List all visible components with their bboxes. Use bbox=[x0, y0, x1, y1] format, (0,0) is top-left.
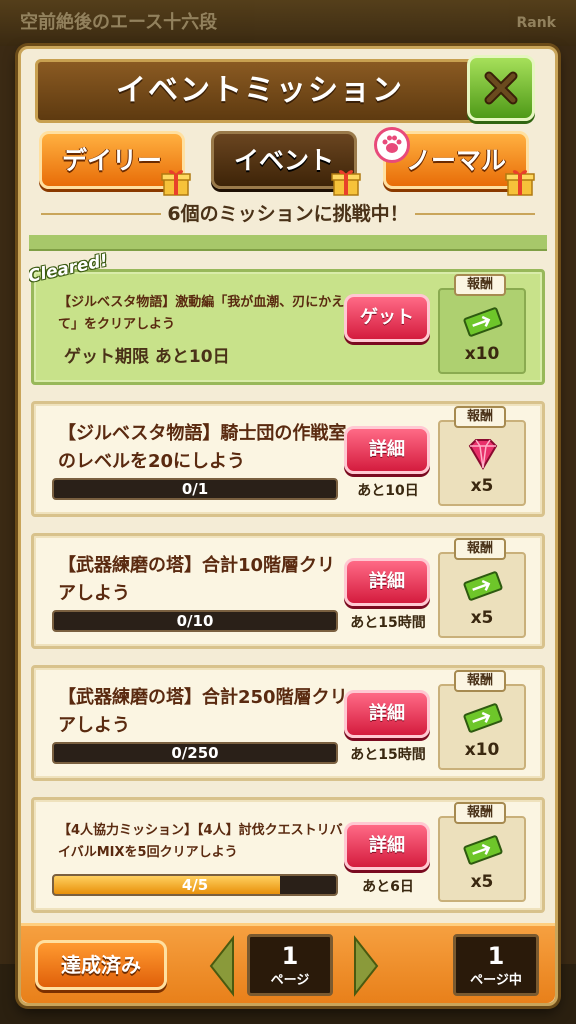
mission-card: 【ジルベスタ物語】騎士団の作戦室のレベルを20にしよう 0/1 詳細 あと10日… bbox=[31, 401, 545, 517]
paw-icon bbox=[382, 135, 402, 153]
time-remaining: あと15時間 bbox=[350, 747, 426, 763]
mission-list[interactable]: Cleared! 【ジルベスタ物語】激動編「我が血潮、刃にかえて」をクリアしよう… bbox=[29, 235, 547, 919]
event-mission-panel: イベントミッション デイリー イベント ノーマル 6個のミッションに挑戦中！ C… bbox=[18, 46, 558, 1006]
tab-daily-label: デイリー bbox=[61, 146, 162, 175]
gem-icon bbox=[468, 439, 498, 470]
reward-label: 報酬 bbox=[454, 670, 506, 692]
mission-card: 【4人協力ミッション】【4人】討伐クエストリバイバルMIXを5回クリアしよう 4… bbox=[31, 797, 545, 913]
detail-button[interactable]: 詳細 bbox=[344, 690, 430, 738]
tab-normal-label: ノーマル bbox=[405, 146, 506, 175]
mission-title: 【武器練磨の塔】合計10階層クリアしよう bbox=[58, 555, 336, 604]
ticket-icon bbox=[463, 571, 503, 601]
time-remaining: あと15時間 bbox=[350, 615, 426, 631]
gift-icon bbox=[161, 170, 191, 196]
progress-bar: 4/5 bbox=[52, 874, 338, 896]
gift-icon bbox=[331, 170, 361, 196]
current-page-box: 1 ページ bbox=[247, 934, 333, 996]
mission-title: 【武器練磨の塔】合計250階層クリアしよう bbox=[58, 687, 348, 736]
mission-title: 【4人協力ミッション】【4人】討伐クエストリバイバルMIXを5回クリアしよう bbox=[58, 823, 343, 860]
background-title: 空前絶後のエース十六段 bbox=[20, 12, 218, 33]
total-pages-number: 1 bbox=[487, 942, 505, 970]
prev-page-arrow-icon[interactable] bbox=[207, 934, 237, 998]
time-remaining: あと6日 bbox=[362, 879, 414, 895]
detail-button[interactable]: 詳細 bbox=[344, 558, 430, 606]
progress-text: 0/250 bbox=[171, 744, 219, 762]
reward-quantity: x5 bbox=[470, 476, 494, 496]
cleared-tag: Cleared! bbox=[29, 250, 110, 287]
ticket-icon bbox=[463, 835, 503, 865]
reward-label: 報酬 bbox=[454, 538, 506, 560]
next-page-arrow-icon[interactable] bbox=[351, 934, 381, 998]
get-deadline: ゲット期限 あと10日 bbox=[64, 347, 230, 367]
mission-card-cleared: Cleared! 【ジルベスタ物語】激動編「我が血潮、刃にかえて」をクリアしよう… bbox=[29, 251, 545, 385]
current-page-number: 1 bbox=[281, 942, 299, 970]
total-pages-label: ページ中 bbox=[470, 973, 522, 988]
close-button[interactable] bbox=[467, 55, 535, 121]
background-top-bar: 空前絶後のエース十六段 Rank bbox=[0, 0, 576, 46]
detail-button[interactable]: 詳細 bbox=[344, 822, 430, 870]
total-pages-box: 1 ページ中 bbox=[453, 934, 539, 996]
list-top-edge bbox=[29, 235, 547, 251]
tab-event-label: イベント bbox=[233, 146, 334, 175]
mission-title: 【ジルベスタ物語】騎士団の作戦室のレベルを20にしよう bbox=[58, 423, 347, 472]
paw-badge bbox=[374, 127, 410, 163]
detail-button[interactable]: 詳細 bbox=[344, 426, 430, 474]
reward-quantity: x5 bbox=[470, 608, 494, 628]
progress-bar: 0/250 bbox=[52, 742, 338, 764]
get-button[interactable]: ゲット bbox=[344, 294, 430, 342]
close-icon bbox=[484, 71, 518, 105]
progress-text: 4/5 bbox=[181, 876, 209, 894]
reward-quantity: x10 bbox=[464, 740, 500, 760]
footer-bar: 達成済み 1 ページ 1 ページ中 bbox=[21, 923, 555, 1003]
ticket-icon bbox=[463, 703, 503, 733]
completed-button[interactable]: 達成済み bbox=[35, 940, 167, 990]
reward-quantity: x10 bbox=[464, 344, 500, 364]
panel-title: イベントミッション bbox=[35, 59, 485, 123]
progress-bar: 0/1 bbox=[52, 478, 338, 500]
reward-label: 報酬 bbox=[454, 406, 506, 428]
gift-icon bbox=[505, 170, 535, 196]
reward-label: 報酬 bbox=[454, 802, 506, 824]
mission-card: 【武器練磨の塔】合計250階層クリアしよう 0/250 詳細 あと15時間 報酬… bbox=[31, 665, 545, 781]
progress-text: 0/1 bbox=[181, 480, 209, 498]
progress-bar: 0/10 bbox=[52, 610, 338, 632]
mission-count-text: 6個のミッションに挑戦中！ bbox=[31, 199, 545, 229]
ticket-icon bbox=[463, 307, 503, 337]
mission-title: 【ジルベスタ物語】激動編「我が血潮、刃にかえて」をクリアしよう bbox=[58, 295, 345, 332]
background-rank: Rank bbox=[516, 15, 556, 31]
progress-text: 0/10 bbox=[176, 612, 214, 630]
reward-quantity: x5 bbox=[470, 872, 494, 892]
mission-card: 【武器練磨の塔】合計10階層クリアしよう 0/10 詳細 あと15時間 報酬 x… bbox=[31, 533, 545, 649]
current-page-label: ページ bbox=[270, 973, 310, 988]
reward-label: 報酬 bbox=[454, 274, 506, 296]
time-remaining: あと10日 bbox=[357, 483, 419, 499]
